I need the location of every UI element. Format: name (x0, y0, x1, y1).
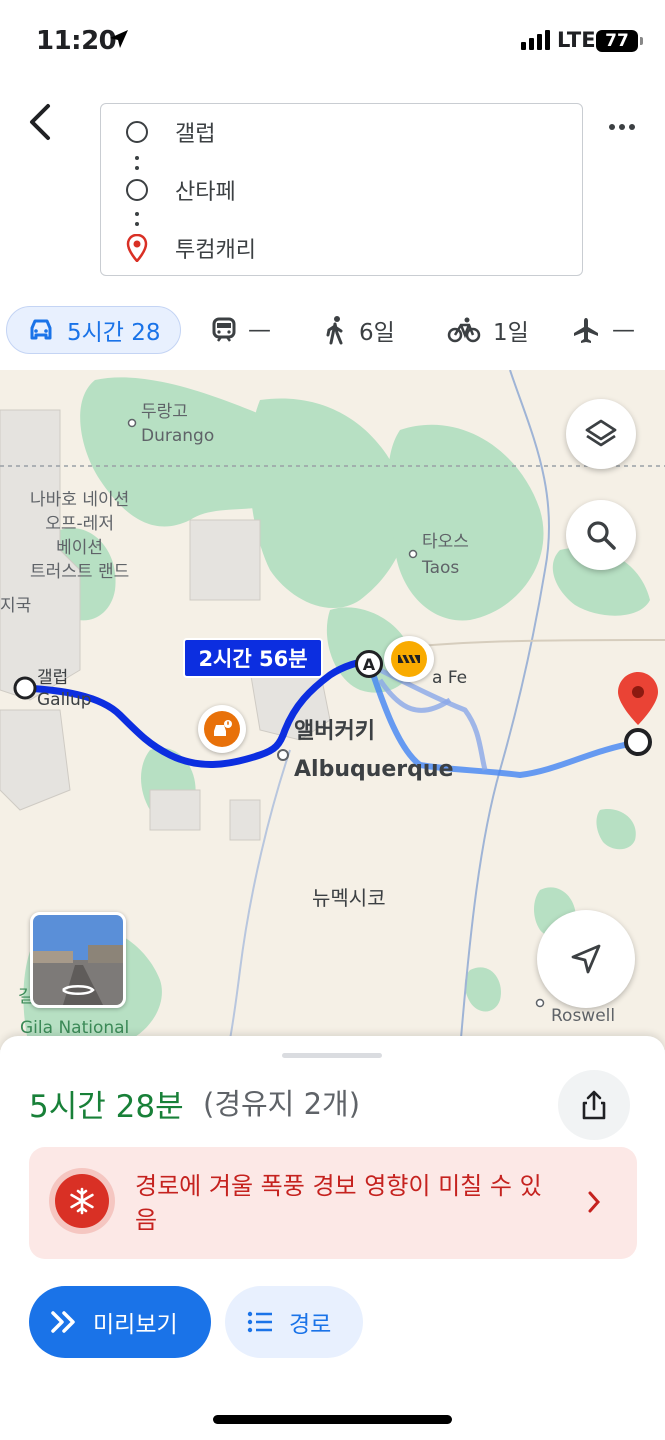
plane-icon (574, 318, 598, 343)
battery-icon: 77 (596, 30, 643, 52)
mode-label: 6일 (359, 320, 395, 346)
steps-label: 경로 (289, 1312, 332, 1338)
map-label-gallup-en: Gallup (37, 690, 92, 710)
stop-destination[interactable]: 투컴캐리 (101, 228, 582, 268)
route-stops-box: 갤럽 산타페 투컴캐리 (100, 103, 583, 276)
train-icon (212, 317, 236, 342)
tab-flight[interactable]: — (572, 306, 635, 354)
walk-icon (326, 316, 343, 345)
tab-drive[interactable]: 5시간 28 (6, 306, 181, 354)
list-icon (247, 1311, 272, 1333)
search-along-route-button[interactable] (566, 500, 636, 570)
double-chevron-right-icon (51, 1311, 75, 1333)
storm-warning-banner[interactable]: 경로에 겨울 폭풍 경보 영향이 미칠 수 있음 (29, 1147, 637, 1259)
stop-label: 산타페 (175, 180, 236, 205)
traffic-incident-icon[interactable] (198, 705, 246, 753)
map-label-taos-ko: 타오스 (422, 532, 469, 552)
sheet-drag-handle[interactable] (282, 1053, 382, 1058)
map-label-gallup-ko: 갤럽 (37, 668, 69, 688)
stop-waypoint[interactable]: 산타페 (101, 170, 582, 210)
network-type: LTE (557, 28, 596, 52)
map-label-navajo: 나바호 네이션 오프-레저 베이션 트러스트 랜드 (30, 490, 130, 582)
steps-button[interactable]: 경로 (225, 1286, 363, 1358)
back-button[interactable] (22, 100, 62, 144)
search-icon (587, 521, 616, 550)
waypoint-count: (경유지 2개) (203, 1087, 361, 1121)
start-navigation-button[interactable] (537, 910, 635, 1008)
status-bar: 11:20 LTE 77 (0, 0, 665, 80)
navigation-arrow-icon (571, 944, 601, 974)
chevron-right-icon (588, 1191, 601, 1213)
bike-icon (447, 317, 481, 343)
mode-label: 1일 (493, 320, 529, 346)
waypoint-a-marker[interactable]: A (355, 650, 383, 678)
route-time-chip[interactable]: 2시간 56분 (183, 638, 323, 678)
chevron-left-icon (30, 104, 50, 140)
share-icon (582, 1090, 606, 1120)
total-duration: 5시간 28분 (29, 1089, 184, 1125)
map-label-albuquerque-ko: 앨버커키 (294, 719, 375, 744)
stop-origin[interactable]: 갤럽 (101, 112, 582, 152)
layers-button[interactable] (566, 399, 636, 469)
map-label-durango-en: Durango (141, 426, 215, 446)
preview-label: 미리보기 (93, 1312, 178, 1338)
map-label-santafe: a Fe (432, 668, 468, 688)
share-button[interactable] (558, 1070, 630, 1140)
stop-label: 갤럽 (175, 122, 216, 147)
street-view-thumbnail[interactable] (30, 912, 126, 1008)
map-label-new-mexico: 뉴멕시코 (312, 886, 386, 910)
pin-icon (126, 234, 148, 262)
map-label-albuquerque-en: Albuquerque (294, 757, 454, 782)
more-horizontal-icon (609, 124, 615, 130)
mode-label: — (612, 317, 635, 343)
map-label-durango-ko: 두랑고 (141, 402, 188, 422)
map-view[interactable]: A 2시간 56분 두랑고 Durango 나바호 네이션 오프-레저 베이션 … (0, 370, 665, 1050)
layers-icon (585, 419, 617, 447)
tab-walk[interactable]: 6일 (323, 306, 395, 354)
travel-mode-tabs: 5시간 28 — 6일 1일 — (0, 300, 665, 360)
circle-icon (126, 179, 148, 201)
mode-label: — (248, 317, 271, 343)
location-arrow-icon (110, 30, 128, 48)
home-indicator[interactable] (213, 1415, 452, 1424)
mode-label: 5시간 28 (67, 320, 161, 346)
signal-icon (521, 30, 550, 50)
circle-icon (126, 121, 148, 143)
tab-transit[interactable]: — (212, 306, 271, 354)
tab-bike[interactable]: 1일 (447, 306, 529, 354)
warning-text: 경로에 겨울 폭풍 경보 영향이 미칠 수 있음 (135, 1172, 542, 1234)
preview-button[interactable]: 미리보기 (29, 1286, 211, 1358)
more-options-button[interactable] (604, 117, 640, 137)
map-label-taos-en: Taos (422, 558, 460, 578)
car-icon (30, 319, 52, 340)
status-time: 11:20 (36, 26, 117, 56)
map-label-partial: 지국 (0, 596, 32, 616)
construction-icon[interactable] (384, 636, 434, 682)
stop-label: 투컴캐리 (175, 238, 256, 263)
snowflake-icon (49, 1168, 115, 1234)
